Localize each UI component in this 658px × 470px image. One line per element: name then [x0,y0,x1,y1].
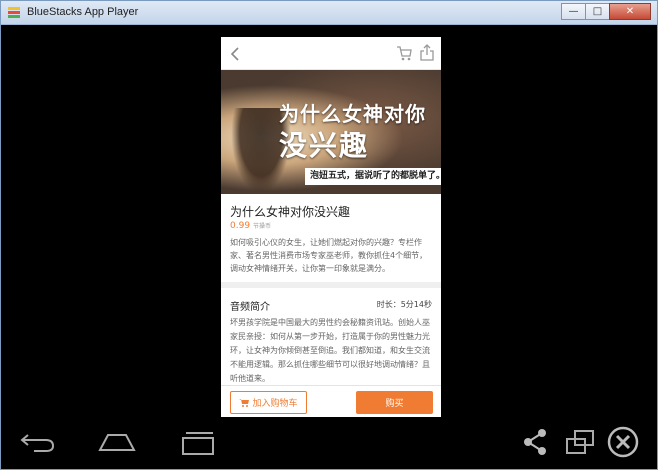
minimize-button[interactable]: — [561,3,586,20]
buy-button[interactable]: 购买 [356,391,433,414]
maximize-button[interactable]: □ [585,3,610,20]
recent-apps-icon[interactable] [179,428,217,456]
audio-duration: 时长：5分14秒 [376,300,432,309]
price-value: 0.99 [230,221,251,231]
title-bar: BlueStacks App Player — □ ✕ [1,1,657,25]
product-title: 为什么女神对你没兴趣 [230,205,351,219]
window-title: BlueStacks App Player [27,6,139,18]
android-nav-bar [1,419,657,469]
banner-headline-line2: 没兴趣 [279,129,370,162]
android-screen: 为什么女神对你 没兴趣 泡妞五式，据说听了的都脱单了。 为什么女神对你没兴趣 0… [221,37,441,417]
price-unit: 节操币 [253,223,272,230]
back-arrow-icon[interactable] [18,430,56,454]
purchase-bar: 加入购物车 购买 [221,385,441,417]
banner-tagline: 泡妞五式，据说听了的都脱单了。 [305,168,441,185]
rotate-icon[interactable] [565,429,595,455]
cart-icon[interactable] [396,45,412,61]
window-controls: — □ ✕ [561,3,651,20]
close-window-button[interactable]: ✕ [609,3,651,20]
home-icon[interactable] [98,430,136,454]
audio-intro-heading: 音频简介 [230,302,270,313]
bluestacks-window: BlueStacks App Player — □ ✕ 为什么女神对你 没兴趣 … [0,0,658,470]
close-icon[interactable] [607,426,639,458]
product-description: 如何吸引心仪的女生，让她们燃起对你的兴趣？专栏作家、著名男性消费市场专家巫老师，… [230,238,428,273]
audio-intro-text: 坏男孩学院是中国最大的男性约会秘籍资讯站。创始人巫家民亲授：如何从第一步开始，打… [230,318,430,383]
audio-intro-section: 音频简介 时长：5分14秒 坏男孩学院是中国最大的男性约会秘籍资讯站。创始人巫家… [221,288,441,388]
back-icon[interactable] [228,46,242,62]
app-top-bar [221,37,441,70]
bluestacks-logo-icon [8,7,20,18]
share-icon[interactable] [522,427,548,457]
share-icon[interactable] [420,44,434,61]
product-price: 0.99 节操币 [230,221,271,231]
product-info: 为什么女神对你没兴趣 0.99 节操币 如何吸引心仪的女生，让她们燃起对你的兴趣？… [221,194,441,282]
banner-headline-line1: 为什么女神对你 [279,102,426,126]
add-to-cart-button[interactable]: 加入购物车 [230,391,307,414]
cart-icon [239,399,250,407]
add-to-cart-label: 加入购物车 [252,399,298,409]
